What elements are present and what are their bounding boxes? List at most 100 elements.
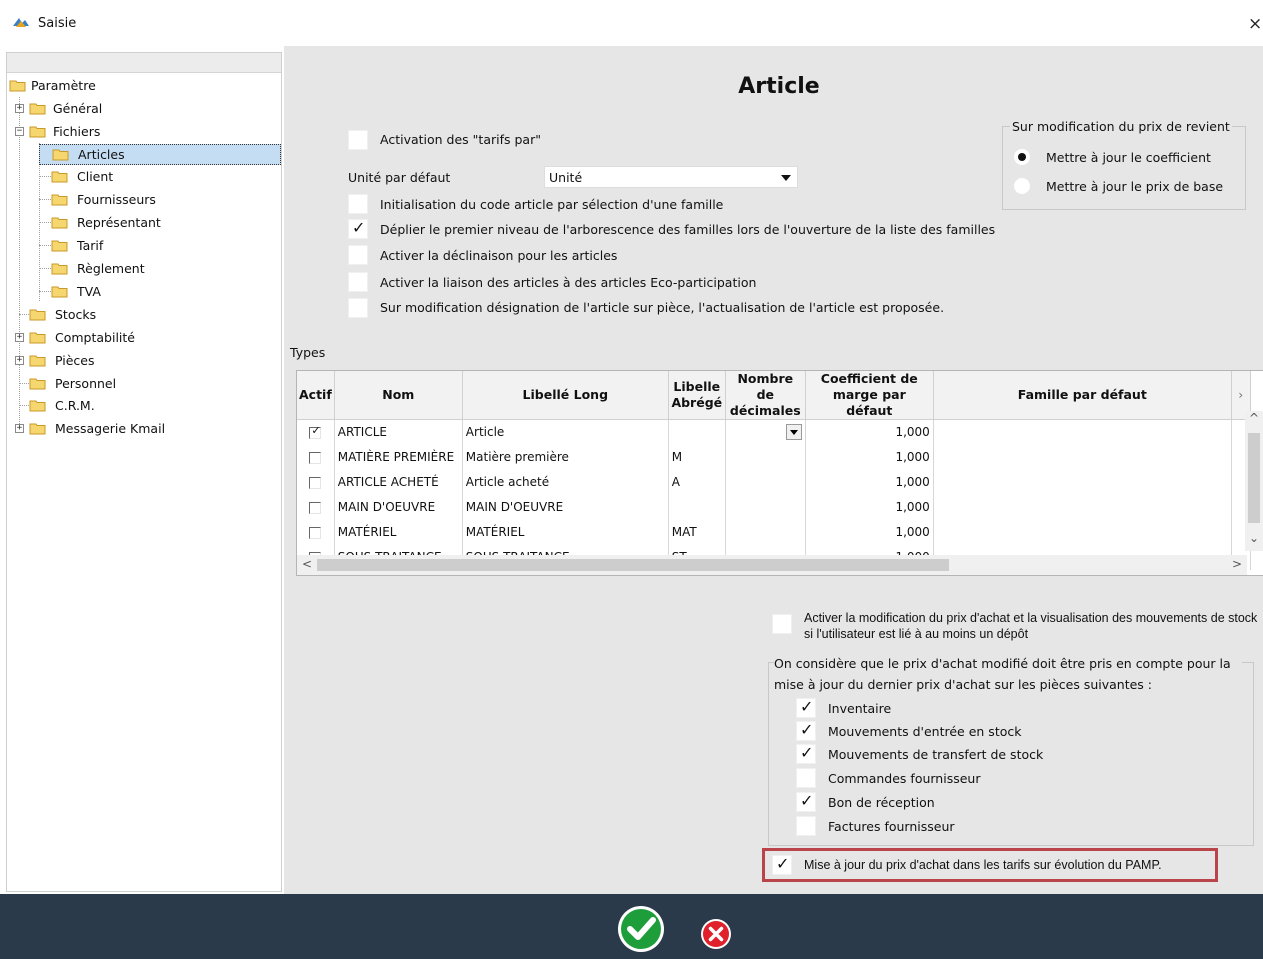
bon-reception-checkbox[interactable]: ✓	[796, 791, 816, 812]
scroll-right-icon[interactable]: >	[1232, 557, 1242, 571]
cell-abrege[interactable]	[668, 419, 726, 445]
cell-nom[interactable]: MAIN D'OEUVRE	[334, 494, 463, 520]
cell-decimales[interactable]	[725, 469, 806, 495]
decimales-dropdown-button[interactable]	[785, 424, 802, 441]
cell-famille[interactable]	[933, 494, 1232, 520]
actif-checkbox[interactable]: ✓	[309, 424, 322, 439]
cell-coef[interactable]: 1,000	[805, 444, 934, 470]
col-nom[interactable]: Nom	[334, 371, 463, 420]
actif-checkbox[interactable]	[309, 451, 322, 464]
folder-icon	[29, 378, 46, 390]
tree-item-articles[interactable]: Articles	[39, 144, 281, 165]
table-row[interactable]: ARTICLE ACHETÉ Article acheté A 1,000	[297, 469, 1251, 495]
cell-nom[interactable]: MATIÈRE PREMIÈRE	[334, 444, 463, 470]
expand-icon[interactable]: +	[15, 356, 24, 365]
scroll-down-icon[interactable]: ⌄	[1249, 531, 1259, 545]
grid-vertical-scrollbar[interactable]: ^ ⌄	[1245, 411, 1263, 551]
table-row[interactable]: MATIÈRE PREMIÈRE Matière première M 1,00…	[297, 444, 1251, 470]
col-coefficient[interactable]: Coefficient de marge par défaut	[805, 371, 934, 420]
init-code-checkbox[interactable]	[348, 194, 368, 214]
col-actif[interactable]: Actif	[297, 371, 335, 420]
main-panel: Article Activation des "tarifs par" Unit…	[284, 46, 1263, 894]
deplier-checkbox[interactable]: ✓	[348, 218, 368, 239]
factures-fournisseur-checkbox[interactable]	[796, 816, 816, 836]
table-row[interactable]: ✓ ARTICLE Article 1,000	[297, 419, 1251, 445]
declinaison-checkbox[interactable]	[348, 245, 368, 265]
col-decimales[interactable]: Nombre de décimales	[725, 371, 806, 420]
transfert-stock-checkbox[interactable]: ✓	[796, 743, 816, 764]
pamp-checkbox[interactable]: ✓	[772, 854, 792, 875]
prix-achat-legend: On considère que le prix d'achat modifié…	[774, 653, 1242, 695]
unite-select[interactable]: Unité	[544, 166, 798, 188]
cell-libelle-long[interactable]: Article acheté	[462, 469, 669, 495]
tree-label: Fichiers	[53, 124, 101, 139]
cell-decimales[interactable]	[725, 444, 806, 470]
radio-coefficient-label: Mettre à jour le coefficient	[1046, 150, 1211, 165]
cell-decimales[interactable]	[725, 519, 806, 545]
folder-icon	[51, 217, 68, 229]
scroll-up-icon[interactable]: ^	[1249, 411, 1259, 425]
cell-nom[interactable]: ARTICLE	[334, 419, 463, 445]
actif-checkbox[interactable]	[309, 476, 322, 489]
folder-icon	[51, 194, 68, 206]
validate-button[interactable]	[612, 903, 670, 955]
radio-coefficient[interactable]	[1014, 149, 1030, 165]
radio-selected-dot	[1018, 153, 1026, 161]
col-libelle-abrege[interactable]: Libelle Abrégé	[668, 371, 726, 420]
activer-prix-achat-checkbox[interactable]	[772, 614, 792, 634]
designation-checkbox[interactable]	[348, 298, 368, 318]
col-libelle-long[interactable]: Libellé Long	[462, 371, 669, 420]
entree-stock-checkbox[interactable]: ✓	[796, 720, 816, 741]
expand-icon[interactable]: +	[15, 333, 24, 342]
factures-fournisseur-label: Factures fournisseur	[828, 819, 955, 834]
actif-checkbox[interactable]	[309, 501, 322, 514]
cancel-button[interactable]	[700, 918, 732, 950]
tree-label: Tarif	[77, 238, 104, 253]
folder-icon	[29, 103, 46, 115]
scroll-thumb[interactable]	[317, 559, 949, 571]
cell-decimales[interactable]	[725, 494, 806, 520]
cell-famille[interactable]	[933, 519, 1232, 545]
cell-libelle-long[interactable]: Matière première	[462, 444, 669, 470]
chevron-down-icon	[781, 175, 791, 181]
cell-famille[interactable]	[933, 469, 1232, 495]
expand-icon[interactable]: +	[15, 424, 24, 433]
eco-checkbox[interactable]	[348, 272, 368, 292]
unite-value: Unité	[549, 170, 583, 185]
grid-horizontal-scrollbar[interactable]: < >	[297, 555, 1247, 575]
cell-libelle-long[interactable]: MATÉRIEL	[462, 519, 669, 545]
settings-tree: Paramètre + Général − Fichiers Articles …	[6, 52, 282, 892]
radio-prix-base[interactable]	[1014, 178, 1030, 194]
scroll-left-icon[interactable]: <	[302, 557, 312, 571]
cell-nom[interactable]: ARTICLE ACHETÉ	[334, 469, 463, 495]
radio-prix-base-label: Mettre à jour le prix de base	[1046, 179, 1224, 194]
table-row[interactable]: MAIN D'OEUVRE MAIN D'OEUVRE 1,000	[297, 494, 1251, 520]
cell-coef[interactable]: 1,000	[805, 419, 934, 445]
cell-coef[interactable]: 1,000	[805, 519, 934, 545]
cell-famille[interactable]	[933, 419, 1232, 445]
cell-coef[interactable]: 1,000	[805, 494, 934, 520]
table-row[interactable]: MATÉRIEL MATÉRIEL MAT 1,000	[297, 519, 1251, 545]
folder-icon	[51, 263, 68, 275]
cell-abrege[interactable]: M	[668, 444, 726, 470]
cell-libelle-long[interactable]: MAIN D'OEUVRE	[462, 494, 669, 520]
cell-abrege[interactable]: A	[668, 469, 726, 495]
activer-prix-achat-label: Activer la modification du prix d'achat …	[804, 611, 1258, 641]
cell-famille[interactable]	[933, 444, 1232, 470]
cell-abrege[interactable]	[668, 494, 726, 520]
tree-label: Stocks	[55, 307, 97, 322]
actif-checkbox[interactable]	[309, 526, 322, 539]
scroll-thumb[interactable]	[1248, 433, 1260, 523]
collapse-icon[interactable]: −	[15, 127, 24, 136]
cell-coef[interactable]: 1,000	[805, 469, 934, 495]
commandes-fournisseur-checkbox[interactable]	[796, 768, 816, 788]
cell-nom[interactable]: MATÉRIEL	[334, 519, 463, 545]
cell-abrege[interactable]: MAT	[668, 519, 726, 545]
col-famille[interactable]: Famille par défaut	[933, 371, 1232, 420]
cell-libelle-long[interactable]: Article	[462, 419, 669, 445]
expand-icon[interactable]: +	[15, 104, 24, 113]
close-icon[interactable]: ×	[1248, 14, 1262, 34]
tarifs-par-checkbox[interactable]	[348, 130, 368, 150]
tree-label: Général	[53, 101, 103, 116]
inventaire-checkbox[interactable]: ✓	[796, 697, 816, 718]
